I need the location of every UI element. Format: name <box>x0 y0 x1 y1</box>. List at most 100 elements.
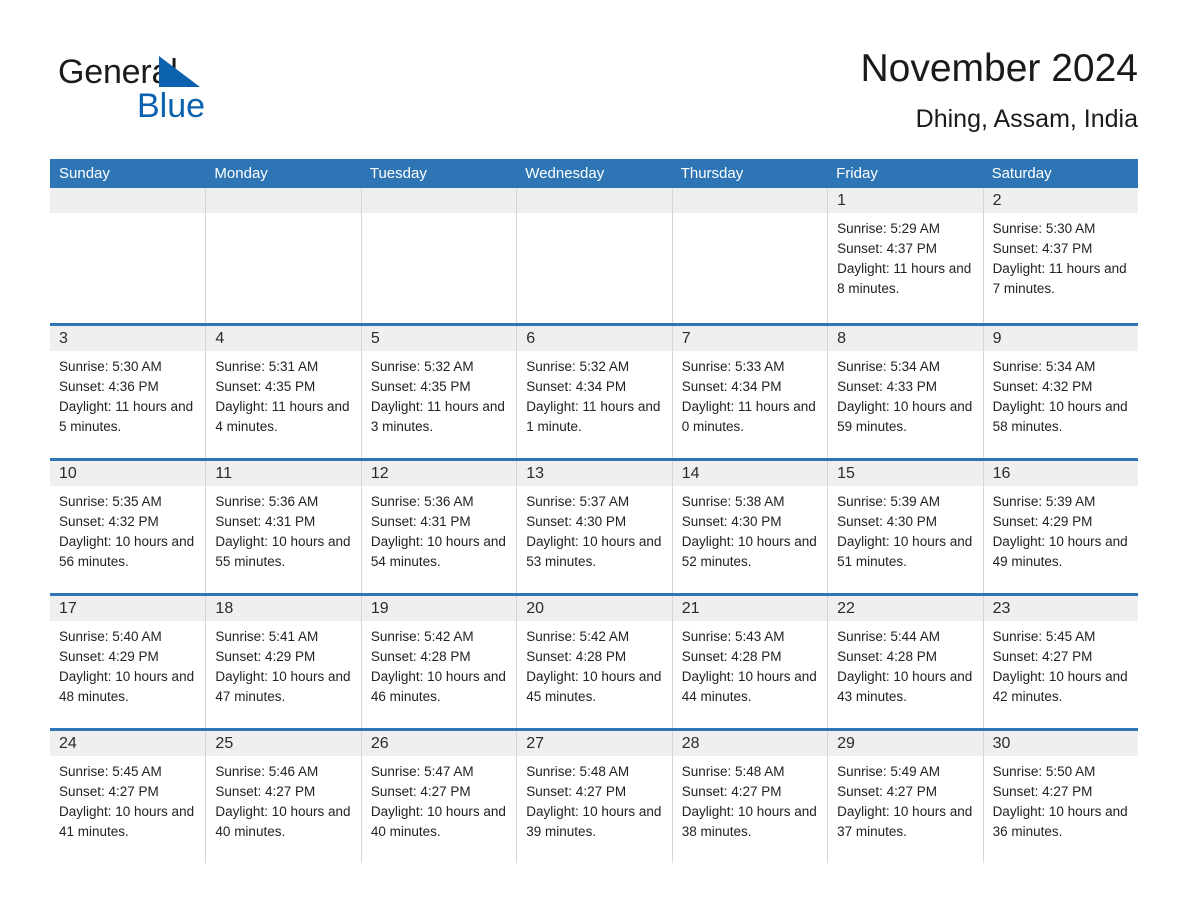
day-number <box>672 188 828 213</box>
day-cell[interactable]: 24 Sunrise: 5:45 AM Sunset: 4:27 PM Dayligh… <box>50 731 206 863</box>
day-details: Sunrise: 5:47 AM Sunset: 4:27 PM Daylight:… <box>362 756 516 842</box>
day-cell-empty <box>50 188 206 323</box>
sunset-text: Sunset: 4:37 PM <box>837 241 937 256</box>
daylight-text: Daylight: 10 hours and 45 minutes. <box>526 669 662 704</box>
day-details: Sunrise: 5:48 AM Sunset: 4:27 PM Daylight:… <box>673 756 827 842</box>
day-cell[interactable]: 22 Sunrise: 5:44 AM Sunset: 4:28 PM Dayligh… <box>827 596 983 728</box>
day-cell[interactable]: 21 Sunrise: 5:43 AM Sunset: 4:28 PM Dayligh… <box>671 596 828 728</box>
sunrise-text: Sunrise: 5:32 AM <box>526 359 630 374</box>
day-cell[interactable]: 8 Sunrise: 5:34 AM Sunset: 4:33 PM Daylight… <box>827 326 983 458</box>
page-location: Dhing, Assam, India <box>915 105 1138 133</box>
sunrise-text: Sunrise: 5:44 AM <box>837 629 940 644</box>
sunset-text: Sunset: 4:27 PM <box>59 784 159 799</box>
sunset-text: Sunset: 4:32 PM <box>59 514 159 529</box>
day-cell[interactable]: 15 Sunrise: 5:39 AM Sunset: 4:30 PM Dayligh… <box>827 461 983 593</box>
sunrise-text: Sunrise: 5:29 AM <box>837 221 940 236</box>
day-cell[interactable]: 5 Sunrise: 5:32 AM Sunset: 4:35 PM Daylight… <box>360 326 517 458</box>
sunrise-text: Sunrise: 5:30 AM <box>992 221 1096 236</box>
day-number: 10 <box>50 461 206 486</box>
daylight-text: Daylight: 10 hours and 47 minutes. <box>215 669 351 704</box>
day-number: 11 <box>206 461 361 486</box>
daylight-text: Daylight: 11 hours and 7 minutes. <box>992 261 1127 296</box>
sunset-text: Sunset: 4:27 PM <box>526 784 627 799</box>
sunrise-text: Sunrise: 5:39 AM <box>837 494 940 509</box>
sunrise-text: Sunrise: 5:45 AM <box>992 629 1096 644</box>
day-cell[interactable]: 17 Sunrise: 5:40 AM Sunset: 4:29 PM Dayligh… <box>50 596 206 728</box>
day-cell[interactable]: 30 Sunrise: 5:50 AM Sunset: 4:27 PM Dayligh… <box>982 731 1138 863</box>
title-block: November 2024 Dhing, Assam, India <box>861 44 1139 136</box>
day-cell[interactable]: 18 Sunrise: 5:41 AM Sunset: 4:29 PM Dayligh… <box>205 596 361 728</box>
day-cell[interactable]: 13 Sunrise: 5:37 AM Sunset: 4:30 PM Dayligh… <box>516 461 672 593</box>
sunrise-text: Sunrise: 5:38 AM <box>681 494 785 509</box>
day-details: Sunrise: 5:37 AM Sunset: 4:30 PM Daylight:… <box>517 486 671 572</box>
sunset-text: Sunset: 4:37 PM <box>992 241 1093 256</box>
day-number: 7 <box>672 326 828 351</box>
weekday-label-tuesday: Tuesday <box>369 165 427 182</box>
day-cell[interactable]: 11 Sunrise: 5:36 AM Sunset: 4:31 PM Dayligh… <box>205 461 361 593</box>
daylight-text: Daylight: 10 hours and 59 minutes. <box>837 399 973 434</box>
day-cell[interactable]: 25 Sunrise: 5:46 AM Sunset: 4:27 PM Dayligh… <box>205 731 361 863</box>
daylight-text: Daylight: 10 hours and 46 minutes. <box>370 669 506 704</box>
day-cell[interactable]: 9 Sunrise: 5:34 AM Sunset: 4:32 PM Daylight… <box>982 326 1138 458</box>
day-cell[interactable]: 1 Sunrise: 5:29 AM Sunset: 4:37 PM Daylight… <box>827 188 983 323</box>
weekday-label-wednesday: Wednesday <box>525 165 605 182</box>
page-title: November 2024 <box>860 47 1139 90</box>
sunrise-text: Sunrise: 5:30 AM <box>59 359 162 374</box>
day-cell[interactable]: 27 Sunrise: 5:48 AM Sunset: 4:27 PM Dayligh… <box>516 731 672 863</box>
sunrise-text: Sunrise: 5:48 AM <box>681 764 785 779</box>
sunset-text: Sunset: 4:31 PM <box>215 514 316 529</box>
day-cell[interactable]: 20 Sunrise: 5:42 AM Sunset: 4:28 PM Dayligh… <box>516 596 672 728</box>
sunrise-text: Sunrise: 5:34 AM <box>992 359 1096 374</box>
sunrise-text: Sunrise: 5:45 AM <box>59 764 162 779</box>
daylight-text: Daylight: 10 hours and 51 minutes. <box>837 534 973 569</box>
day-details: Sunrise: 5:31 AM Sunset: 4:35 PM Daylight:… <box>206 351 360 437</box>
sunrise-text: Sunrise: 5:40 AM <box>59 629 162 644</box>
sunset-text: Sunset: 4:30 PM <box>681 514 782 529</box>
day-details: Sunrise: 5:33 AM Sunset: 4:34 PM Daylight:… <box>673 351 827 437</box>
day-details: Sunrise: 5:36 AM Sunset: 4:31 PM Daylight:… <box>206 486 360 572</box>
day-cell[interactable]: 2 Sunrise: 5:30 AM Sunset: 4:37 PM Daylight… <box>982 188 1138 323</box>
brand-name-blue: Blue <box>137 87 206 125</box>
brand-logo[interactable]: General Blue <box>58 52 308 132</box>
day-details: Sunrise: 5:48 AM Sunset: 4:27 PM Daylight:… <box>517 756 671 842</box>
day-cell[interactable]: 6 Sunrise: 5:32 AM Sunset: 4:34 PM Daylight… <box>516 326 672 458</box>
day-number: 21 <box>672 596 828 621</box>
day-cell[interactable]: 26 Sunrise: 5:47 AM Sunset: 4:27 PM Dayligh… <box>360 731 517 863</box>
sunset-text: Sunset: 4:31 PM <box>370 514 471 529</box>
weekday-label-thursday: Thursday <box>680 165 744 182</box>
day-cell[interactable]: 29 Sunrise: 5:49 AM Sunset: 4:27 PM Dayligh… <box>827 731 983 863</box>
calendar-week-row: 10 Sunrise: 5:35 AM Sunset: 4:32 PM Dayligh… <box>50 458 1138 593</box>
day-cell[interactable]: 16 Sunrise: 5:39 AM Sunset: 4:29 PM Dayligh… <box>982 461 1138 593</box>
day-number: 17 <box>50 596 206 621</box>
day-cell[interactable]: 3 Sunrise: 5:30 AM Sunset: 4:36 PM Daylight… <box>50 326 206 458</box>
weekday-label-friday: Friday <box>836 165 878 182</box>
day-cell[interactable]: 12 Sunrise: 5:36 AM Sunset: 4:31 PM Dayligh… <box>360 461 517 593</box>
day-number: 25 <box>206 731 361 756</box>
day-details: Sunrise: 5:35 AM Sunset: 4:32 PM Daylight:… <box>50 486 205 572</box>
day-cell[interactable]: 14 Sunrise: 5:38 AM Sunset: 4:30 PM Dayligh… <box>671 461 828 593</box>
day-number: 4 <box>206 326 361 351</box>
sunrise-text: Sunrise: 5:35 AM <box>59 494 162 509</box>
day-cell[interactable]: 7 Sunrise: 5:33 AM Sunset: 4:34 PM Daylight… <box>671 326 828 458</box>
day-details: Sunrise: 5:36 AM Sunset: 4:31 PM Daylight:… <box>362 486 516 572</box>
day-details: Sunrise: 5:50 AM Sunset: 4:27 PM Daylight:… <box>984 756 1138 842</box>
sunrise-text: Sunrise: 5:42 AM <box>370 629 474 644</box>
day-number: 3 <box>50 326 206 351</box>
day-number: 8 <box>828 326 983 351</box>
day-cell[interactable]: 19 Sunrise: 5:42 AM Sunset: 4:28 PM Dayligh… <box>360 596 517 728</box>
sunset-text: Sunset: 4:32 PM <box>992 379 1093 394</box>
calendar-weeks: 1 Sunrise: 5:29 AM Sunset: 4:37 PM Daylight… <box>50 188 1138 863</box>
day-cell[interactable]: 4 Sunrise: 5:31 AM Sunset: 4:35 PM Daylight… <box>205 326 361 458</box>
daylight-text: Daylight: 10 hours and 52 minutes. <box>681 534 817 569</box>
daylight-text: Daylight: 10 hours and 43 minutes. <box>837 669 973 704</box>
sunrise-text: Sunrise: 5:37 AM <box>526 494 630 509</box>
day-cell[interactable]: 23 Sunrise: 5:45 AM Sunset: 4:27 PM Dayligh… <box>982 596 1138 728</box>
calendar-week-row: 17 Sunrise: 5:40 AM Sunset: 4:29 PM Dayligh… <box>50 593 1138 728</box>
day-cell[interactable]: 10 Sunrise: 5:35 AM Sunset: 4:32 PM Dayligh… <box>50 461 206 593</box>
daylight-text: Daylight: 11 hours and 8 minutes. <box>837 261 972 296</box>
day-details: Sunrise: 5:39 AM Sunset: 4:30 PM Daylight:… <box>828 486 982 572</box>
sunset-text: Sunset: 4:35 PM <box>215 379 316 394</box>
day-cell[interactable]: 28 Sunrise: 5:48 AM Sunset: 4:27 PM Dayligh… <box>671 731 828 863</box>
sunset-text: Sunset: 4:27 PM <box>370 784 471 799</box>
daylight-text: Daylight: 10 hours and 54 minutes. <box>370 534 506 569</box>
